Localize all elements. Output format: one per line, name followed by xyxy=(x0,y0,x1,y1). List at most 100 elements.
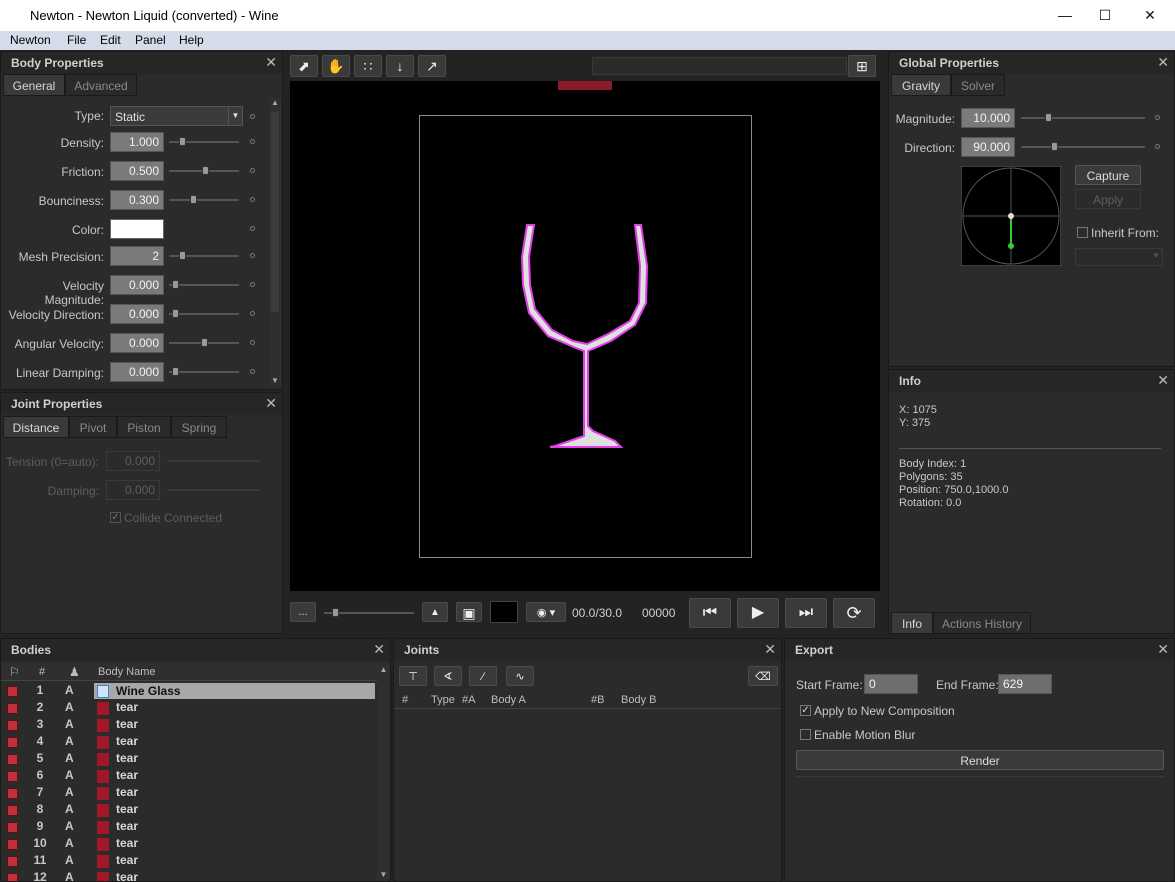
apply-button[interactable]: Apply xyxy=(1075,189,1141,209)
zoom-out-button[interactable]: … xyxy=(290,602,316,622)
body-tag-color[interactable] xyxy=(7,771,18,782)
body-active-flag[interactable]: A xyxy=(65,819,74,833)
keyframe-dot[interactable] xyxy=(1155,115,1160,120)
velocity-direction-field[interactable]: 0.000 xyxy=(110,304,164,324)
tension-field[interactable]: 0.000 xyxy=(106,451,160,471)
linear-damping-field[interactable]: 0.000 xyxy=(110,362,164,382)
slider-handle[interactable] xyxy=(201,338,208,347)
menu-help[interactable]: Help xyxy=(179,33,204,47)
menu-newton[interactable]: Newton xyxy=(10,33,51,47)
table-row[interactable]: 7 Atear xyxy=(1,785,377,802)
table-row[interactable]: 9 Atear xyxy=(1,819,377,836)
linear-damping-slider[interactable] xyxy=(169,371,239,373)
body-color-swatch[interactable] xyxy=(97,872,109,881)
body-active-flag[interactable]: A xyxy=(65,700,74,714)
render-button[interactable]: Render xyxy=(796,750,1164,770)
rewind-button[interactable]: ⏮ xyxy=(689,598,731,628)
hand-tool-button[interactable]: ✋ xyxy=(322,55,350,77)
body-tag-color[interactable] xyxy=(7,822,18,833)
slider-handle[interactable] xyxy=(190,195,197,204)
scene-canvas[interactable] xyxy=(290,81,880,591)
table-row[interactable]: 8 Atear xyxy=(1,802,377,819)
start-frame-field[interactable]: 0 xyxy=(864,674,918,694)
body-color-swatch[interactable] xyxy=(97,719,109,732)
fit-view-button[interactable]: ▣ xyxy=(456,602,482,622)
body-tag-color[interactable] xyxy=(7,686,18,697)
body-color-swatch[interactable] xyxy=(97,753,109,766)
body-tag-color[interactable] xyxy=(7,737,18,748)
tab-advanced[interactable]: Advanced xyxy=(65,74,137,96)
inherit-from-checkbox[interactable] xyxy=(1077,227,1088,238)
gravity-tool-button[interactable]: ↓ xyxy=(386,55,414,77)
keyframe-dot[interactable] xyxy=(250,226,255,231)
keyframe-dot[interactable] xyxy=(250,139,255,144)
play-button[interactable]: ▶ xyxy=(737,598,779,628)
close-icon[interactable]: ✕ xyxy=(373,641,385,658)
body-color-swatch[interactable] xyxy=(97,770,109,783)
scrollbar-thumb[interactable] xyxy=(271,112,279,312)
import-button[interactable]: ⊞ xyxy=(848,55,876,77)
minimize-button[interactable]: — xyxy=(1045,4,1085,26)
tab-spring[interactable]: Spring xyxy=(171,416,227,438)
loop-button[interactable]: ⟳ xyxy=(833,598,875,628)
body-active-flag[interactable]: A xyxy=(65,751,74,765)
keyframe-dot[interactable] xyxy=(250,253,255,258)
tab-piston[interactable]: Piston xyxy=(117,416,171,438)
body-active-flag[interactable]: A xyxy=(65,768,74,782)
tab-solver[interactable]: Solver xyxy=(951,74,1005,96)
menu-edit[interactable]: Edit xyxy=(100,33,121,47)
body-color-swatch[interactable] xyxy=(97,702,109,715)
scrollbar[interactable]: ▲ ▼ xyxy=(269,98,281,385)
table-row[interactable]: 2 Atear xyxy=(1,700,377,717)
slider-handle[interactable] xyxy=(179,137,186,146)
inherit-from-select[interactable]: ▼ xyxy=(1075,248,1163,266)
body-tag-color[interactable] xyxy=(7,754,18,765)
slider-handle[interactable] xyxy=(172,280,179,289)
close-icon[interactable]: ✕ xyxy=(1157,54,1169,71)
body-tag-color[interactable] xyxy=(7,856,18,867)
body-tag-color[interactable] xyxy=(7,720,18,731)
close-icon[interactable]: ✕ xyxy=(764,641,776,658)
table-row[interactable]: 3 Atear xyxy=(1,717,377,734)
menu-panel[interactable]: Panel xyxy=(135,33,166,47)
friction-field[interactable]: 0.500 xyxy=(110,161,164,181)
visibility-dropdown[interactable]: ◉ ▾ xyxy=(526,602,566,622)
background-color-swatch[interactable] xyxy=(490,601,518,623)
angular-velocity-field[interactable]: 0.000 xyxy=(110,333,164,353)
keyframe-dot[interactable] xyxy=(250,282,255,287)
damping-slider[interactable] xyxy=(167,489,259,491)
body-active-flag[interactable]: A xyxy=(65,717,74,731)
body-color-swatch[interactable] xyxy=(97,821,109,834)
direction-field[interactable]: 90.000 xyxy=(961,137,1015,157)
collide-connected-checkbox[interactable]: ✓ xyxy=(110,512,121,523)
body-active-flag[interactable]: A xyxy=(65,785,74,799)
body-active-flag[interactable]: A xyxy=(65,836,74,850)
keyframe-dot[interactable] xyxy=(250,114,255,119)
distance-joint-button[interactable]: ⊤ xyxy=(399,666,427,686)
velocity-magnitude-slider[interactable] xyxy=(169,284,239,286)
type-select[interactable]: Static ▼ xyxy=(110,106,243,126)
menu-file[interactable]: File xyxy=(67,33,86,47)
mesh-precision-field[interactable]: 2 xyxy=(110,246,164,266)
slider-handle[interactable] xyxy=(172,309,179,318)
pivot-joint-button[interactable]: ∢ xyxy=(434,666,462,686)
table-row[interactable]: 10 Atear xyxy=(1,836,377,853)
delete-joint-button[interactable]: ⌫ xyxy=(748,666,778,686)
close-window-button[interactable]: ✕ xyxy=(1130,4,1170,26)
direction-slider[interactable] xyxy=(1021,146,1145,148)
close-icon[interactable]: ✕ xyxy=(1157,641,1169,658)
velocity-direction-slider[interactable] xyxy=(169,313,239,315)
motion-blur-checkbox[interactable] xyxy=(800,729,811,740)
damping-field[interactable]: 0.000 xyxy=(106,480,160,500)
body-active-flag[interactable]: A xyxy=(65,802,74,816)
body-tag-color[interactable] xyxy=(7,839,18,850)
body-active-flag[interactable]: A xyxy=(65,870,74,881)
color-swatch[interactable] xyxy=(110,219,164,239)
step-forward-button[interactable]: ⏭ xyxy=(785,598,827,628)
tab-pivot[interactable]: Pivot xyxy=(69,416,117,438)
body-tag-color[interactable] xyxy=(7,805,18,816)
slider-handle[interactable] xyxy=(179,251,186,260)
scroll-up-icon[interactable]: ▲ xyxy=(377,665,390,674)
slider-handle[interactable] xyxy=(172,367,179,376)
tab-gravity[interactable]: Gravity xyxy=(891,74,951,96)
